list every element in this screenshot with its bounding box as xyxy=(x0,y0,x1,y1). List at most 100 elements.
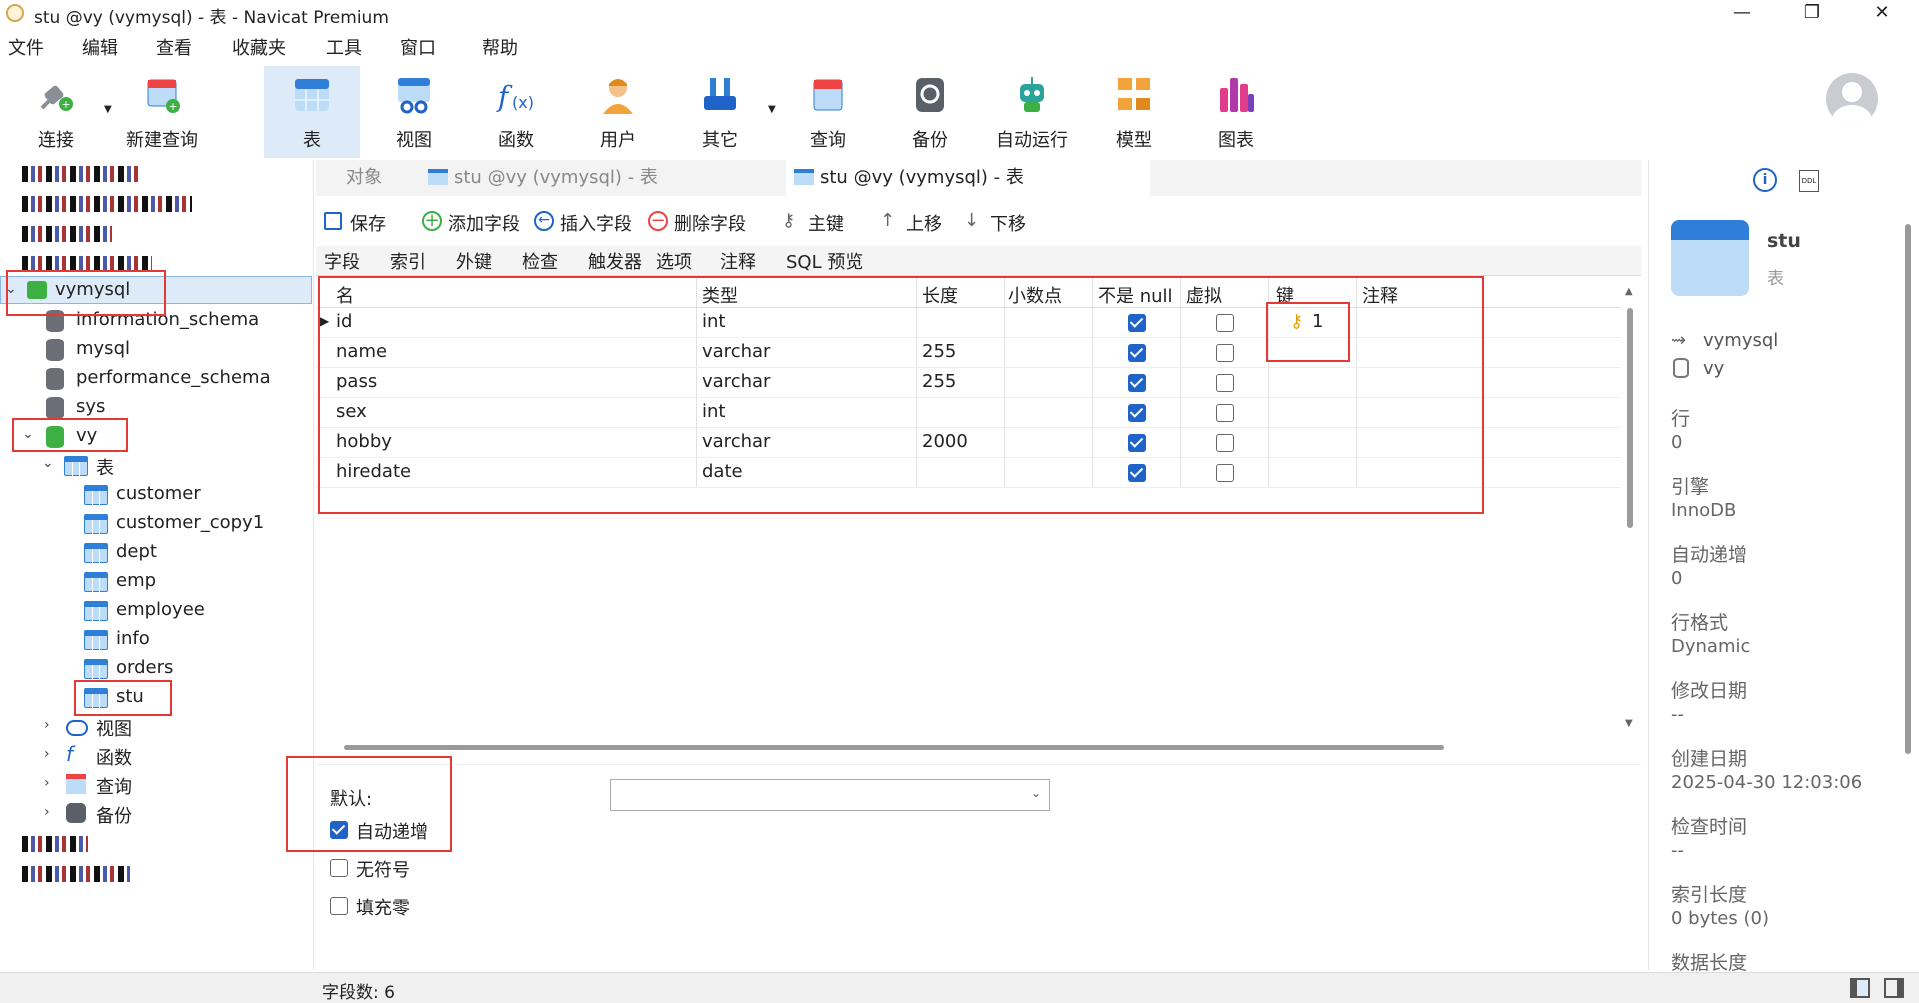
title-bar: stu @vy (vymysql) - 表 - Navicat Premium … xyxy=(0,0,1919,28)
hidden-connection-item[interactable] xyxy=(22,836,88,852)
user-button[interactable]: 用户 xyxy=(570,66,666,158)
delete-field-button[interactable]: 删除字段 xyxy=(674,210,746,236)
subtab-foreign-keys[interactable]: 外键 xyxy=(456,248,492,274)
window-title: stu @vy (vymysql) - 表 - Navicat Premium xyxy=(34,8,389,28)
info-key: 创建日期 xyxy=(1671,748,1748,770)
tree-item-sys[interactable]: sys xyxy=(76,396,105,417)
hidden-connection-item[interactable] xyxy=(22,866,130,882)
view-label: 视图 xyxy=(396,130,432,151)
maximize-icon[interactable]: ❐ xyxy=(1792,0,1832,26)
collapse-arrow-icon[interactable]: › xyxy=(44,717,50,733)
move-up-button[interactable]: 上移 xyxy=(906,210,942,236)
main-toolbar: + 连接 ▼ + 新建查询 表 视图 f (x) 函数 用户 其它 ▼ 查询 备份… xyxy=(0,66,1919,158)
document-tabs: 对象 stu @vy (vymysql) - 表 stu @vy (vymysq… xyxy=(316,160,1641,196)
connect-button[interactable]: + 连接 xyxy=(8,66,104,158)
subtab-indexes[interactable]: 索引 xyxy=(390,248,426,274)
layout-left-panel-icon[interactable] xyxy=(1850,978,1870,998)
app-logo-icon xyxy=(6,4,24,22)
table-button[interactable]: 表 xyxy=(264,66,360,158)
avatar[interactable] xyxy=(1826,73,1878,125)
info-key: 修改日期 xyxy=(1671,680,1748,702)
subtab-options[interactable]: 选项 xyxy=(656,248,692,274)
close-icon[interactable]: ✕ xyxy=(1862,0,1902,26)
function-button[interactable]: f (x) 函数 xyxy=(468,66,564,158)
move-down-button[interactable]: 下移 xyxy=(990,210,1026,236)
subtab-triggers[interactable]: 触发器 xyxy=(588,248,642,274)
collapse-arrow-icon[interactable]: › xyxy=(44,804,50,820)
subtab-comment[interactable]: 注释 xyxy=(720,248,756,274)
insert-field-icon: ← xyxy=(534,211,554,231)
tree-item-table[interactable]: emp xyxy=(116,570,156,591)
tree-item-backups[interactable]: 备份 xyxy=(96,802,132,828)
tree-item-performance-schema[interactable]: performance_schema xyxy=(76,367,271,388)
tree-item-table[interactable]: dept xyxy=(116,541,157,562)
tree-item-table[interactable]: customer_copy1 xyxy=(116,512,264,533)
tab-objects[interactable]: 对象 xyxy=(316,160,412,196)
zerofill-checkbox[interactable] xyxy=(330,897,348,915)
backup-button[interactable]: 备份 xyxy=(882,66,978,158)
tree-item-table[interactable]: customer xyxy=(116,483,201,504)
insert-field-button[interactable]: 插入字段 xyxy=(560,210,632,236)
menu-edit[interactable]: 编辑 xyxy=(82,34,118,60)
model-button[interactable]: 模型 xyxy=(1086,66,1182,158)
grid-horizontal-scrollbar[interactable] xyxy=(344,745,1444,750)
collapse-arrow-icon[interactable]: › xyxy=(44,775,50,791)
subtab-sql-preview[interactable]: SQL 预览 xyxy=(786,248,863,274)
menu-tools[interactable]: 工具 xyxy=(326,34,362,60)
layout-right-panel-icon[interactable] xyxy=(1884,978,1904,998)
tree-item-table[interactable]: orders xyxy=(116,657,173,678)
view-button[interactable]: 视图 xyxy=(366,66,462,158)
save-button[interactable]: 保存 xyxy=(350,210,386,236)
tree-item-tables[interactable]: 表 xyxy=(96,454,114,480)
automation-button[interactable]: 自动运行 xyxy=(984,66,1080,158)
tree-item-functions[interactable]: 函数 xyxy=(96,744,132,770)
hidden-connection-item[interactable] xyxy=(22,196,192,212)
info-icon[interactable]: i xyxy=(1753,168,1777,192)
editor-toolbar: 保存 + 添加字段 ← 插入字段 − 删除字段 ⚷ 主键 ↑ 上移 ↓ 下移 xyxy=(316,200,1641,244)
tab-stu-design-active[interactable]: stu @vy (vymysql) - 表 xyxy=(786,160,1150,196)
menu-favorites[interactable]: 收藏夹 xyxy=(232,34,286,60)
hidden-connection-item[interactable] xyxy=(22,166,142,182)
tree-item-queries[interactable]: 查询 xyxy=(96,773,132,799)
backup-icon xyxy=(916,78,944,112)
connect-dropdown-icon[interactable]: ▼ xyxy=(104,104,112,115)
info-panel-scrollbar[interactable] xyxy=(1905,224,1911,754)
unsigned-checkbox[interactable] xyxy=(330,859,348,877)
user-icon xyxy=(603,79,633,114)
other-dropdown-icon[interactable]: ▼ xyxy=(768,104,776,115)
tree-item-mysql[interactable]: mysql xyxy=(76,338,130,359)
info-value: -- xyxy=(1671,840,1684,861)
hidden-connection-item[interactable] xyxy=(22,226,112,242)
menu-window[interactable]: 窗口 xyxy=(400,34,436,60)
view-icon xyxy=(398,78,430,114)
new-query-button[interactable]: + 新建查询 xyxy=(114,66,210,158)
other-button[interactable]: 其它 xyxy=(672,66,768,158)
menu-file[interactable]: 文件 xyxy=(8,34,44,60)
subtab-fields[interactable]: 字段 xyxy=(324,248,360,274)
default-value-select[interactable]: ⌄ xyxy=(610,779,1050,811)
subtab-checks[interactable]: 检查 xyxy=(522,248,558,274)
add-field-button[interactable]: 添加字段 xyxy=(448,210,520,236)
tree-item-table[interactable]: info xyxy=(116,628,150,649)
connect-label: 连接 xyxy=(38,130,74,151)
table-icon xyxy=(84,485,108,505)
database-icon xyxy=(46,397,64,419)
collapse-arrow-icon[interactable]: › xyxy=(44,746,50,762)
ddl-icon[interactable]: DDL xyxy=(1799,170,1819,192)
move-up-icon: ↑ xyxy=(880,210,896,231)
expand-arrow-icon[interactable]: ⌄ xyxy=(42,455,54,471)
query-button[interactable]: 查询 xyxy=(780,66,876,158)
menu-view[interactable]: 查看 xyxy=(156,34,192,60)
grid-vertical-scrollbar[interactable]: ▲ ▼ xyxy=(1621,286,1639,736)
tree-item-table[interactable]: employee xyxy=(116,599,205,620)
tree-item-views[interactable]: 视图 xyxy=(96,715,132,741)
info-value: 2025-04-30 12:03:06 xyxy=(1671,772,1863,793)
minimize-icon[interactable]: — xyxy=(1722,0,1762,26)
menu-help[interactable]: 帮助 xyxy=(482,34,518,60)
tab-stu-design[interactable]: stu @vy (vymysql) - 表 xyxy=(420,160,780,196)
primary-key-button[interactable]: 主键 xyxy=(808,210,844,236)
add-field-icon: + xyxy=(422,211,442,231)
chart-button[interactable]: 图表 xyxy=(1188,66,1284,158)
table-icon xyxy=(64,456,88,476)
query-icon xyxy=(66,774,86,794)
